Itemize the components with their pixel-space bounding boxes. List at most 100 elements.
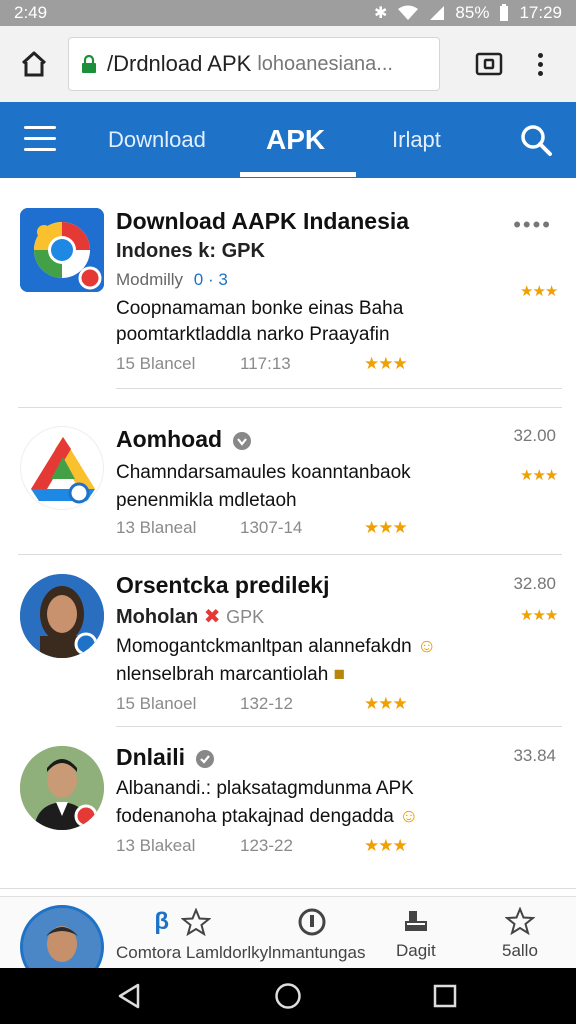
avatar	[20, 746, 104, 830]
app-date: 132-12	[240, 694, 293, 713]
download-count: 15 Blancel	[116, 354, 196, 373]
rating-stars-bottom: ★★★	[364, 836, 408, 855]
app-date: 117:13	[240, 354, 291, 373]
chrome-logo-icon	[20, 208, 104, 292]
back-icon[interactable]	[116, 982, 142, 1010]
url-bar[interactable]: /Drdnload APK lohoanesiana...	[68, 37, 440, 91]
url-text-rest: lohoanesiana...	[257, 52, 393, 75]
app-description-line1: Chamndarsamaules koanntanbaok	[116, 462, 411, 483]
system-nav-bar	[0, 968, 576, 1024]
app-description-line2: penenmikla mdletaoh	[116, 490, 297, 511]
keyhole-icon	[298, 908, 326, 936]
app-date: 123-22	[240, 836, 293, 855]
app-description-line1: Albanandi.: plaksatagmdunma APK	[116, 778, 414, 799]
tab-download[interactable]: Download	[108, 102, 206, 178]
recents-icon[interactable]	[432, 983, 458, 1009]
circle-home-icon[interactable]	[274, 982, 302, 1010]
developer-extra: 0 · 3	[193, 270, 228, 289]
bottom-nav-item-dagit[interactable]: Dagit	[396, 907, 436, 961]
divider	[0, 888, 576, 889]
app-developer: Modmilly 0 · 3	[116, 270, 228, 290]
battery-percent: 85%	[455, 3, 490, 22]
browser-toolbar: /Drdnload APK lohoanesiana...	[0, 26, 576, 102]
tab-apk[interactable]: APK	[266, 102, 325, 178]
signal-icon	[430, 6, 445, 20]
bottom-nav-item-contora[interactable]: β Comtora Lamldorlkylnmantungas	[116, 907, 365, 963]
avatar	[20, 574, 104, 658]
upload-icon	[404, 911, 427, 931]
app-title: Download AAPK Indanesia	[116, 208, 410, 234]
app-title: Dnlaili	[116, 744, 215, 771]
drive-logo-icon	[23, 429, 103, 509]
app-price: 33.84	[513, 746, 556, 765]
app-title: Aomhoad	[116, 426, 252, 453]
verified-icon	[196, 749, 215, 768]
download-count: 15 Blanoel	[116, 694, 197, 713]
rating-stars-bottom: ★★★	[364, 354, 408, 373]
app-meta: 13 Blaneal 1307-14	[116, 518, 302, 538]
cake-emoji-icon: ■	[333, 664, 346, 685]
flag-icon: ✖	[203, 606, 221, 628]
status-right: ✱ 85% 17:29	[374, 3, 562, 23]
bottom-nav-item-5allo[interactable]: 5allo	[502, 907, 538, 961]
more-icon[interactable]: ••••	[513, 212, 552, 238]
rating-stars: ★★★	[520, 607, 558, 624]
bluetooth-icon: ✱	[374, 5, 388, 22]
bottom-nav-label: 5allo	[502, 941, 538, 960]
status-time: 2:49	[14, 3, 48, 22]
overflow-menu-icon	[537, 52, 543, 58]
app-description-line1: Momogantckmanltpan alannefakdn ☺	[116, 634, 476, 660]
overflow-dot	[537, 70, 543, 76]
app-meta: 15 Blanoel 132-12	[116, 694, 293, 714]
overflow-dot	[537, 61, 543, 67]
overflow-menu-button[interactable]	[530, 47, 550, 81]
lock-icon	[82, 55, 96, 73]
tabs-icon	[475, 52, 503, 76]
status-bar: 2:49 ✱ 85% 17:29	[0, 0, 576, 26]
divider	[18, 554, 562, 555]
active-tab-indicator	[240, 172, 356, 177]
app-description-line1: Coopnamaman bonke einas Baha	[116, 298, 404, 319]
verified-icon	[233, 431, 252, 450]
home-button[interactable]	[14, 44, 54, 84]
app-subtitle: Indones k: GPK	[116, 240, 265, 262]
rating-stars: ★★★	[520, 467, 558, 484]
developer-name: Modmilly	[116, 270, 184, 289]
rating-stars: ★★★	[520, 283, 558, 300]
battery-icon	[500, 4, 509, 21]
app-date: 1307-14	[240, 518, 303, 537]
developer-extra: GPK	[226, 607, 265, 627]
star-icon	[181, 908, 212, 936]
app-icon	[20, 426, 104, 510]
description-text: fodenanoha ptakajnad dengadda	[116, 806, 394, 827]
rating-stars-bottom: ★★★	[364, 694, 408, 713]
wifi-icon	[398, 5, 419, 20]
divider	[116, 726, 562, 727]
app-title-text: Dnlaili	[116, 744, 186, 770]
search-icon[interactable]	[518, 122, 554, 158]
app-title: Orsentcka predilekj	[116, 572, 330, 598]
app-title-text: Aomhoad	[116, 426, 223, 452]
app-description-line2: fodenanoha ptakajnad dengadda ☺	[116, 804, 476, 830]
tabs-button[interactable]	[472, 47, 506, 81]
app-description-line2: poomtarktladdla narko Praayafin	[116, 324, 390, 345]
app-subtitle: Moholan ✖ GPK	[116, 604, 264, 629]
bottom-nav: β Comtora Lamldorlkylnmantungas Dagit 5a…	[0, 896, 576, 989]
app-description-line2: nlenselbrah marcantiolah ■	[116, 662, 476, 688]
brand-b-icon: β	[154, 908, 170, 935]
app-icon	[20, 208, 104, 292]
developer-name: Moholan	[116, 606, 199, 628]
star-icon	[504, 907, 535, 935]
app-meta: 13 Blakeal 123-22	[116, 836, 293, 856]
divider	[116, 388, 562, 389]
download-count: 13 Blaneal	[116, 518, 197, 537]
home-icon	[21, 51, 47, 77]
url-text: /Drdnload APK	[107, 51, 252, 76]
tab-irlapt[interactable]: Irlapt	[392, 102, 441, 178]
description-text: Momogantckmanltpan alannefakdn	[116, 636, 412, 657]
person-avatar-icon	[20, 746, 104, 830]
hamburger-icon[interactable]	[24, 126, 56, 154]
site-navbar: Download APK Irlapt	[0, 102, 576, 178]
smile-emoji-icon: ☺	[417, 636, 437, 657]
face-emoji-icon: ☺	[399, 806, 419, 827]
